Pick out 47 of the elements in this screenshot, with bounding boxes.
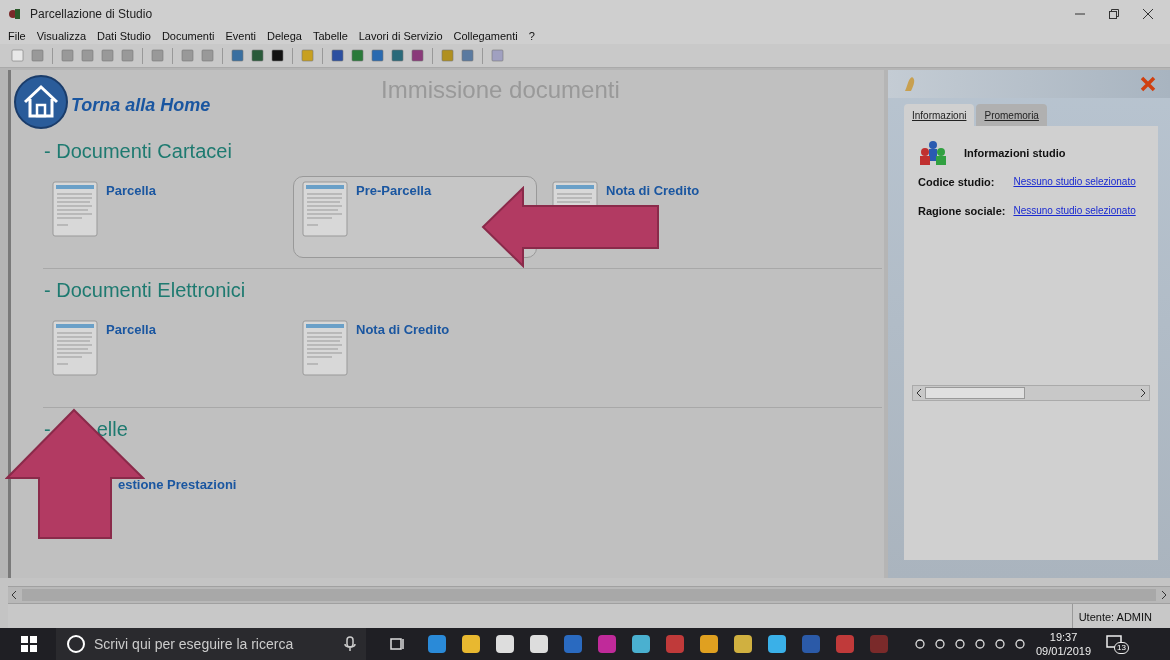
house-icon [13, 74, 69, 130]
menu-item[interactable]: Documenti [161, 30, 215, 42]
document-link[interactable]: Nota di Credito [606, 181, 700, 201]
horizontal-scrollbar[interactable] [8, 586, 1170, 604]
section-heading: elle [96, 417, 128, 442]
panel-tab[interactable]: Promemoria [976, 104, 1047, 126]
document-link[interactable]: Parcella [106, 181, 156, 201]
field-label: Codice studio: [918, 175, 996, 190]
notification-icon[interactable] [1105, 633, 1124, 651]
app-icon[interactable] [664, 633, 686, 655]
microphone-icon[interactable] [344, 636, 356, 652]
clock-date: 09/01/2019 [1036, 644, 1092, 658]
restore-icon[interactable] [1108, 8, 1120, 20]
task-view-icon[interactable] [390, 636, 406, 652]
menu-item[interactable]: Dati Studio [97, 30, 151, 42]
window-title: Parcellazione di Studio [30, 6, 154, 23]
windows-start-icon[interactable] [20, 635, 38, 653]
menu-item[interactable]: Lavori di Servizio [358, 30, 443, 42]
menu-item[interactable]: Delega [267, 30, 302, 42]
home-link[interactable]: Torna alla Home [13, 74, 211, 130]
panel-tab[interactable]: Informazioni [904, 104, 975, 126]
document-link[interactable]: Nota di Credito [356, 320, 450, 340]
section-heading: - Documenti Elettronici [44, 278, 247, 303]
menu-item[interactable]: Collegamenti [453, 30, 518, 42]
table-link[interactable]: estione Prestazioni [114, 475, 241, 495]
search-field[interactable]: Scrivi qui per eseguire la ricerca [56, 628, 366, 660]
menu-item[interactable]: ? [528, 30, 535, 42]
close-icon[interactable] [1142, 8, 1154, 20]
section-heading-dash: - [44, 417, 51, 442]
menu-item[interactable]: File [8, 30, 26, 42]
document-link[interactable]: Parcella [106, 320, 156, 340]
studio-link[interactable]: Nessuno studio selezionato [1013, 174, 1144, 191]
app-logo-icon [8, 7, 22, 21]
menu-item[interactable]: Eventi [225, 30, 257, 42]
clock-time: 19:37 [1049, 630, 1078, 644]
section-heading: - Documenti Cartacei [44, 139, 233, 164]
menu-item[interactable]: Visualizza [36, 30, 87, 42]
scroll-thumb[interactable] [925, 387, 1025, 399]
field-label: Ragione sociale: [918, 203, 1006, 219]
horizontal-scrollbar[interactable] [912, 385, 1150, 401]
menu-item[interactable]: Tabelle [312, 30, 348, 42]
search-icon [66, 634, 86, 654]
notification-count: 13 [1114, 642, 1129, 654]
studio-link[interactable]: Nessuno studio selezionato [1013, 202, 1144, 219]
panel-heading: Informazioni studio [964, 145, 1066, 161]
app-icon[interactable] [834, 633, 856, 655]
app-icon[interactable] [596, 633, 618, 655]
